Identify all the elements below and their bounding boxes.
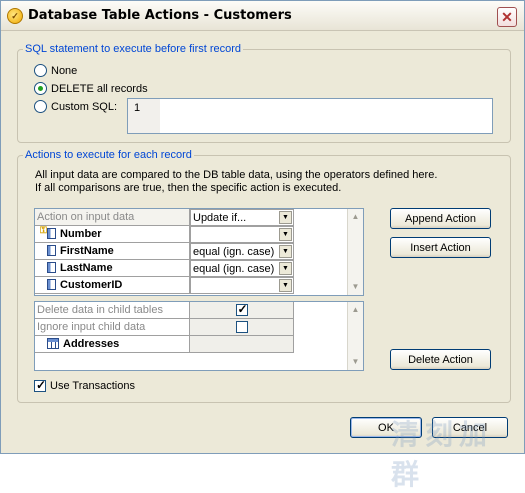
- scroll-down-icon[interactable]: ▼: [348, 279, 363, 294]
- radio-custom-sql-label: Custom SQL:: [51, 100, 118, 113]
- radio-delete-all[interactable]: DELETE all records: [34, 82, 148, 95]
- field-name: CustomerID: [60, 279, 123, 291]
- chevron-down-icon[interactable]: ▼: [279, 262, 292, 275]
- delete-child-checkbox[interactable]: [235, 302, 248, 316]
- action-label-cell: Action on input data: [35, 209, 190, 226]
- action-type-select[interactable]: Update if... ▼: [190, 209, 294, 226]
- delete-action-button[interactable]: Delete Action: [390, 349, 491, 370]
- operator-value: equal (ign. case): [193, 246, 275, 258]
- line-number: 1: [128, 99, 160, 133]
- column-icon: [47, 228, 56, 239]
- radio-delete-all-indicator[interactable]: [34, 82, 47, 95]
- scroll-down-icon[interactable]: ▼: [348, 354, 363, 369]
- append-action-button[interactable]: Append Action: [390, 208, 491, 229]
- table-icon: [47, 338, 59, 349]
- option-value-cell: [190, 319, 294, 336]
- column-icon: [47, 245, 56, 256]
- radio-none[interactable]: None: [34, 64, 77, 77]
- child-grid: Delete data in child tables Ignore input…: [34, 301, 364, 371]
- scroll-up-icon[interactable]: ▲: [348, 302, 363, 317]
- custom-sql-editor[interactable]: 1: [127, 98, 493, 134]
- operator-select[interactable]: ▼: [190, 226, 294, 243]
- cancel-button[interactable]: Cancel: [432, 417, 508, 438]
- app-icon: ✓: [7, 8, 23, 24]
- description-line-2: If all comparisons are true, then the sp…: [35, 182, 342, 194]
- child-table-name: Addresses: [63, 338, 120, 350]
- field-cell: ⚿ Number: [35, 226, 190, 243]
- child-table-value: [190, 336, 294, 353]
- actions-legend: Actions to execute for each record: [25, 149, 192, 161]
- action-grid: Action on input data Update if... ▼ ⚿ Num…: [34, 208, 364, 296]
- column-icon: [47, 279, 56, 290]
- field-cell: CustomerID: [35, 277, 190, 294]
- option-value-cell: [190, 302, 294, 319]
- key-icon: ⚿: [40, 226, 47, 235]
- field-name: Number: [60, 228, 102, 240]
- chevron-down-icon[interactable]: ▼: [279, 211, 292, 224]
- child-grid-scrollbar[interactable]: ▲ ▼: [347, 302, 363, 370]
- radio-delete-all-label: DELETE all records: [51, 82, 148, 95]
- field-cell: FirstName: [35, 243, 190, 260]
- grid-scrollbar[interactable]: ▲ ▼: [347, 209, 363, 295]
- operator-value: equal (ign. case): [193, 263, 275, 275]
- insert-action-button[interactable]: Insert Action: [390, 237, 491, 258]
- field-cell: LastName: [35, 260, 190, 277]
- field-name: LastName: [60, 262, 113, 274]
- radio-custom-sql[interactable]: Custom SQL:: [34, 100, 117, 113]
- chevron-down-icon[interactable]: ▼: [279, 228, 292, 241]
- close-button[interactable]: ✕: [497, 7, 517, 27]
- radio-none-indicator[interactable]: [34, 64, 47, 77]
- title-bar: ✓ Database Table Actions - Customers ✕: [1, 1, 524, 31]
- field-name: FirstName: [60, 245, 114, 257]
- option-label: Ignore input child data: [35, 319, 190, 336]
- radio-none-label: None: [51, 64, 78, 77]
- chevron-down-icon[interactable]: ▼: [279, 245, 292, 258]
- operator-select[interactable]: ▼: [190, 277, 294, 294]
- child-table-cell: Addresses: [35, 336, 190, 353]
- window-title: Database Table Actions - Customers: [28, 8, 292, 23]
- option-label: Delete data in child tables: [35, 302, 190, 319]
- use-transactions-checkbox[interactable]: [34, 378, 46, 392]
- ok-button[interactable]: OK: [350, 417, 422, 438]
- dialog-window: ✓ Database Table Actions - Customers ✕ S…: [0, 0, 525, 490]
- scroll-up-icon[interactable]: ▲: [348, 209, 363, 224]
- action-type-value: Update if...: [193, 212, 247, 224]
- description-line-1: All input data are compared to the DB ta…: [35, 169, 438, 181]
- operator-select[interactable]: equal (ign. case) ▼: [190, 260, 294, 277]
- radio-custom-sql-indicator[interactable]: [34, 100, 47, 113]
- use-transactions-row[interactable]: Use Transactions: [34, 378, 135, 392]
- ignore-child-checkbox[interactable]: [235, 321, 248, 333]
- sql-statement-legend: SQL statement to execute before first re…: [25, 43, 242, 55]
- use-transactions-label: Use Transactions: [50, 380, 135, 392]
- column-icon: [47, 262, 56, 273]
- chevron-down-icon[interactable]: ▼: [279, 279, 292, 292]
- operator-select[interactable]: equal (ign. case) ▼: [190, 243, 294, 260]
